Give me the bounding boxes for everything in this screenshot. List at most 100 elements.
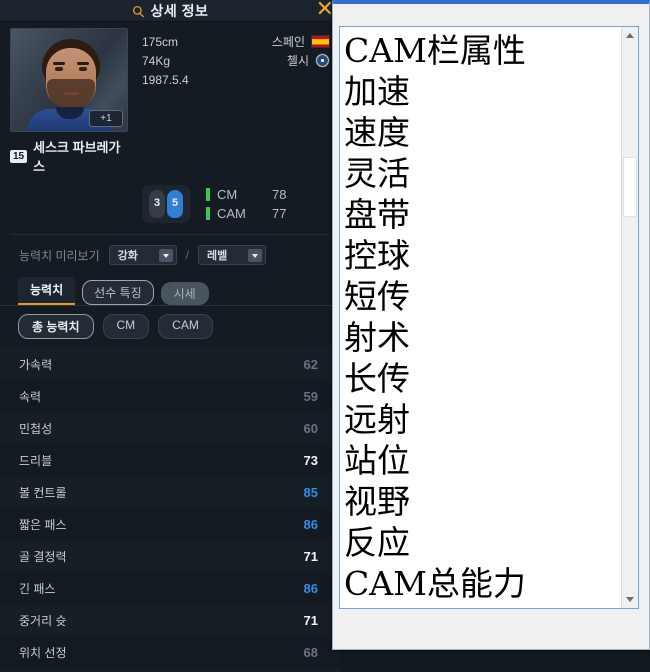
table-row: 가속력 62	[0, 348, 340, 380]
stat-value: 62	[303, 356, 318, 372]
stat-value: 68	[303, 644, 318, 660]
player-bio: 175cm 스페인 74Kg 첼시 1987.5.4	[142, 28, 330, 175]
stat-value: 71	[303, 612, 318, 628]
scroll-down-icon[interactable]	[622, 591, 638, 608]
stat-name: 골 결정력	[19, 549, 67, 564]
stats-list: 가속력 62 속력 59 민첩성 60 드리블 73 볼 컨트롤 85 짧은 패…	[0, 348, 340, 672]
text-area-container: CAM栏属性 加速 速度 灵活 盘带 控球 短传 射术 长传 远射 站位 视野 …	[339, 26, 639, 609]
player-weight: 74Kg	[142, 53, 171, 68]
chip-cm[interactable]: CM	[102, 314, 150, 339]
stat-name: 볼 컨트롤	[19, 485, 67, 500]
position-row: CM 78	[206, 187, 286, 202]
stat-value: 73	[303, 452, 318, 468]
upgrade-badge: +1	[89, 110, 123, 127]
stat-value: 60	[303, 420, 318, 436]
stat-value: 59	[303, 388, 318, 404]
strong-foot-value: 5	[171, 197, 179, 209]
tab-bar: 능력치 선수 특징 시세	[0, 265, 340, 305]
rank-badge: 15	[10, 149, 28, 163]
table-row: 볼 컨트롤 85	[0, 476, 340, 508]
position-bar-icon	[206, 188, 210, 201]
stat-value: 71	[303, 548, 318, 564]
table-row: 긴 패스 86	[0, 572, 340, 604]
player-height: 175cm	[142, 34, 179, 49]
panel-header: 상세 정보 ✕	[0, 0, 340, 22]
position-value: 77	[272, 206, 287, 221]
tab-abilities[interactable]: 능력치	[18, 277, 76, 305]
foot-rating-box: 3 5	[142, 185, 190, 223]
player-photo-row: +1 15 세스크 파브레가스 175cm 스페인 74Kg 첼시 1987.5…	[10, 28, 330, 175]
player-summary: +1 15 세스크 파브레가스 175cm 스페인 74Kg 첼시 1987.5…	[0, 22, 340, 223]
table-row: 위치 선정 68	[0, 636, 340, 668]
weak-foot-icon: 3	[149, 190, 165, 218]
bio-row-birthdate: 1987.5.4	[142, 70, 330, 89]
table-row: 속력 59	[0, 380, 340, 412]
position-rating-list: CM 78 CAM 77	[206, 187, 286, 221]
stat-value: 86	[303, 516, 318, 532]
text-editor-window: CAM栏属性 加速 速度 灵活 盘带 控球 短传 射术 长传 远射 站位 视野 …	[332, 0, 650, 650]
weak-foot-value: 3	[153, 197, 161, 209]
portrait-eye-left	[55, 67, 63, 71]
position-name: CM	[217, 187, 238, 202]
portrait-brow-right	[77, 62, 89, 65]
magnifier-icon	[132, 5, 144, 17]
page-title: 상세 정보	[150, 3, 209, 19]
table-row: 짧은 패스 86	[0, 508, 340, 540]
stat-value: 86	[303, 580, 318, 596]
scrollbar-thumb[interactable]	[623, 157, 637, 217]
stat-name: 짧은 패스	[19, 517, 67, 532]
chip-total-stats[interactable]: 총 능력치	[18, 314, 94, 339]
level-select[interactable]: 레벨	[197, 245, 266, 265]
enhance-select-value: 강화	[117, 250, 138, 262]
position-value: 78	[272, 187, 287, 202]
stat-name: 속력	[19, 389, 42, 404]
tab-market-price[interactable]: 시세	[160, 282, 209, 305]
text-area[interactable]: CAM栏属性 加速 速度 灵活 盘带 控球 短传 射术 长传 远射 站位 视野 …	[340, 27, 621, 608]
player-name: 세스크 파브레가스	[33, 140, 121, 174]
table-row: 중거리 슛 71	[0, 604, 340, 636]
stat-name: 드리블	[19, 453, 53, 468]
stat-name: 민첩성	[19, 421, 53, 436]
stat-name: 위치 선정	[19, 645, 67, 660]
portrait-eye-right	[79, 67, 87, 71]
player-birthdate: 1987.5.4	[142, 72, 189, 87]
level-select-value: 레벨	[206, 250, 228, 262]
table-row: 드리블 73	[0, 444, 340, 476]
enhance-select[interactable]: 강화	[108, 245, 177, 265]
player-club-group: 첼시	[287, 52, 330, 69]
separator: /	[185, 248, 189, 262]
stat-name: 중거리 슛	[19, 613, 67, 628]
chevron-down-icon	[158, 248, 173, 262]
bio-row-weight: 74Kg 첼시	[142, 51, 330, 70]
bio-row-height: 175cm 스페인	[142, 32, 330, 51]
position-summary: 3 5 CM 78 CAM 77	[128, 185, 330, 223]
position-row: CAM 77	[206, 206, 286, 221]
player-name-row: 15 세스크 파브레가스	[10, 137, 128, 175]
tab-player-traits[interactable]: 선수 특징	[82, 280, 154, 305]
stat-value: 85	[303, 484, 318, 500]
chip-cam[interactable]: CAM	[158, 314, 213, 339]
player-detail-panel: 상세 정보 ✕ +1 15 세스크 파브레가스 175cm 스페인 74Kg 첼…	[0, 0, 340, 672]
position-bar-icon	[206, 207, 210, 220]
stat-name: 가속력	[19, 357, 53, 372]
position-name: CAM	[217, 206, 246, 221]
stat-name: 긴 패스	[19, 581, 56, 596]
player-portrait: +1	[10, 28, 128, 132]
player-nation-group: 스페인	[272, 33, 330, 50]
player-club: 첼시	[286, 54, 309, 68]
portrait-mouth	[64, 92, 79, 95]
strong-foot-icon: 5	[167, 190, 183, 218]
spain-flag-icon	[311, 35, 330, 48]
preview-controls: 능력치 미리보기 강화 / 레벨	[0, 235, 340, 265]
table-row: 민첩성 60	[0, 412, 340, 444]
scroll-up-icon[interactable]	[622, 27, 638, 44]
player-photo-column: +1 15 세스크 파브레가스	[10, 28, 128, 175]
vertical-scrollbar[interactable]	[621, 27, 638, 608]
chelsea-badge-icon	[315, 53, 330, 68]
portrait-brow-left	[53, 62, 65, 65]
preview-label: 능력치 미리보기	[19, 248, 100, 263]
table-row: 시야 85	[0, 668, 340, 672]
panel-title-group: 상세 정보	[0, 1, 340, 21]
table-row: 골 결정력 71	[0, 540, 340, 572]
player-nation: 스페인	[271, 35, 305, 49]
